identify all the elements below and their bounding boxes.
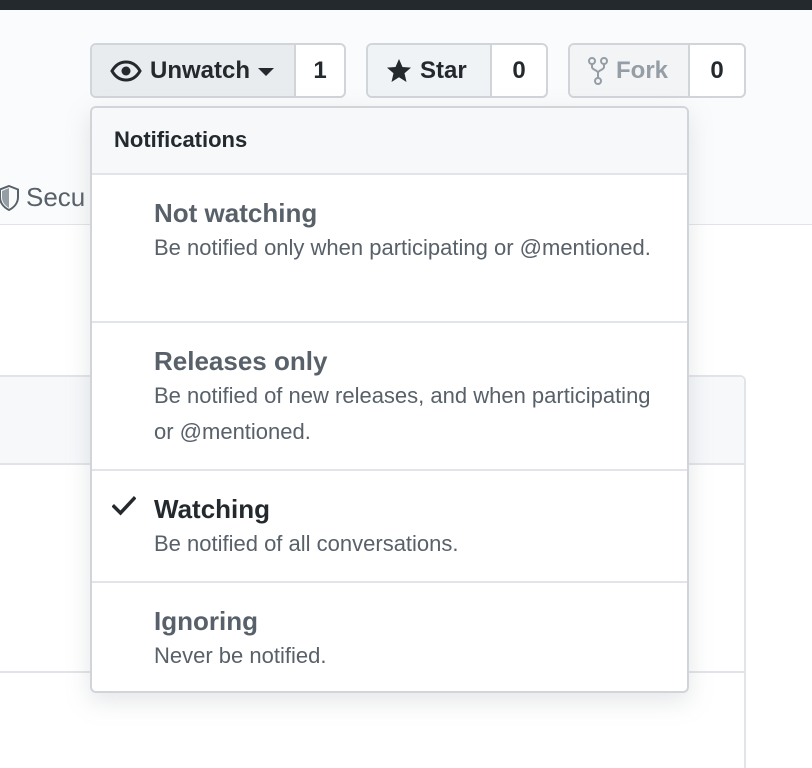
chevron-down-icon	[258, 67, 275, 76]
menu-item-title: Not watching	[154, 198, 318, 228]
menu-item-title: Watching	[154, 494, 271, 524]
fork-button[interactable]: Fork	[570, 45, 690, 96]
menu-item-watching[interactable]: Watching Be notified of all conversation…	[92, 471, 687, 583]
unwatch-label: Unwatch	[150, 56, 251, 84]
menu-item-description: Never be notified.	[154, 643, 327, 668]
star-label: Star	[420, 56, 467, 84]
check-icon	[111, 496, 137, 521]
shield-icon	[0, 184, 20, 211]
notifications-dropdown: Notifications Not watching Be notified o…	[90, 106, 689, 693]
watch-button-group: Unwatch 1	[90, 43, 346, 98]
menu-item-description: Be notified of new releases, and when pa…	[154, 383, 651, 444]
fork-label: Fork	[616, 56, 669, 84]
menu-item-title: Releases only	[154, 346, 328, 376]
unwatch-button[interactable]: Unwatch	[92, 45, 296, 96]
star-icon	[386, 58, 412, 84]
tab-security[interactable]: Secu	[0, 182, 85, 213]
fork-button-group: Fork 0	[568, 43, 746, 98]
star-button[interactable]: Star	[368, 45, 492, 96]
tab-security-label: Secu	[26, 182, 86, 212]
menu-item-ignoring[interactable]: Ignoring Never be notified.	[92, 583, 687, 691]
menu-item-description: Be notified of all conversations.	[154, 531, 459, 556]
fork-icon	[588, 56, 608, 85]
menu-item-not-watching[interactable]: Not watching Be notified only when parti…	[92, 175, 687, 323]
stargazers-count[interactable]: 0	[492, 45, 546, 96]
global-header-bar	[0, 0, 812, 10]
watchers-count[interactable]: 1	[296, 45, 344, 96]
menu-item-releases-only[interactable]: Releases only Be notified of new release…	[92, 323, 687, 471]
eye-icon	[110, 59, 142, 82]
menu-item-description: Be notified only when participating or @…	[154, 235, 651, 260]
menu-item-title: Ignoring	[154, 606, 258, 636]
notifications-menu-header: Notifications	[92, 108, 687, 175]
forks-count[interactable]: 0	[690, 45, 744, 96]
star-button-group: Star 0	[366, 43, 548, 98]
